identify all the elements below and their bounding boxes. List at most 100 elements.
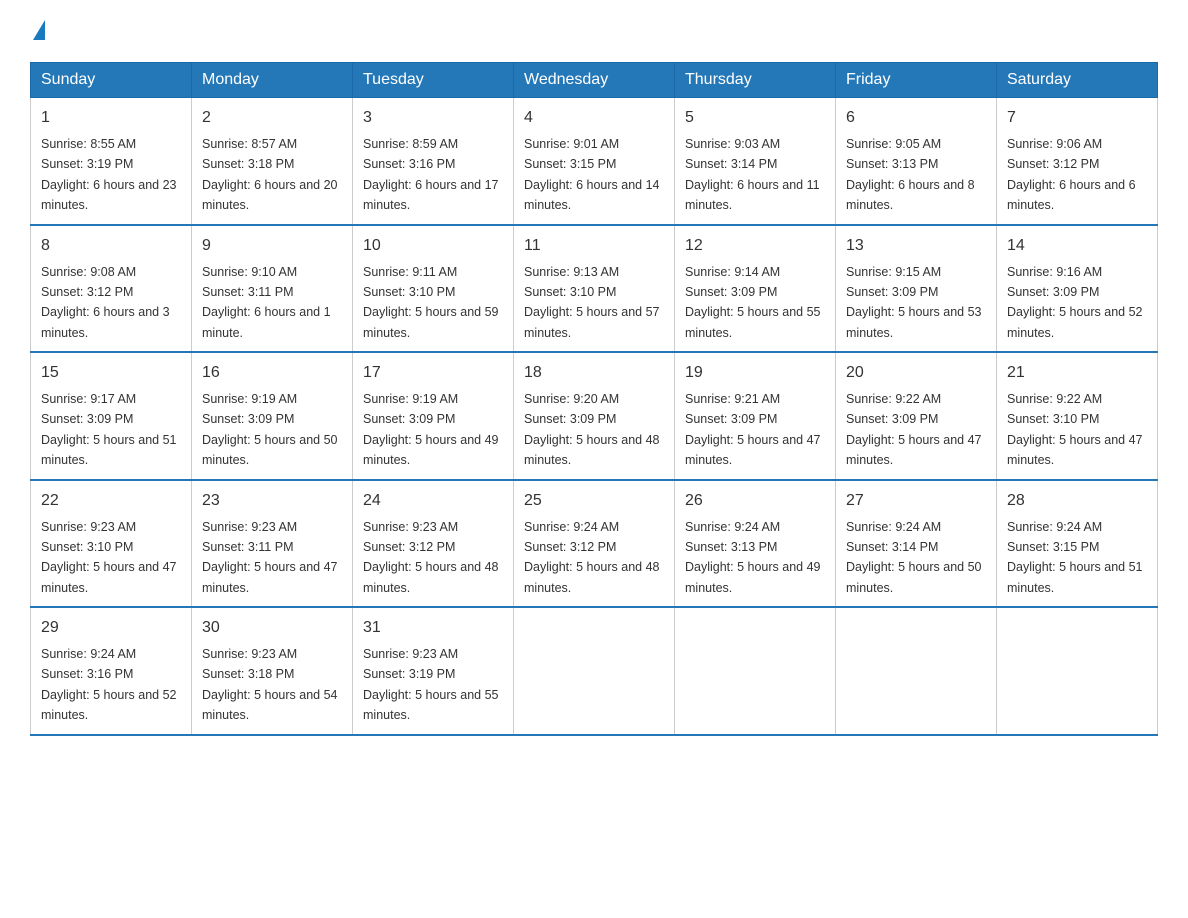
day-info: Sunrise: 9:16 AMSunset: 3:09 PMDaylight:…	[1007, 265, 1143, 340]
page-header	[30, 20, 1158, 42]
header-tuesday: Tuesday	[353, 63, 514, 98]
calendar-cell: 17 Sunrise: 9:19 AMSunset: 3:09 PMDayligh…	[353, 352, 514, 480]
day-number: 2	[202, 106, 342, 130]
calendar-body: 1 Sunrise: 8:55 AMSunset: 3:19 PMDaylight…	[31, 98, 1158, 735]
day-number: 28	[1007, 489, 1147, 513]
day-number: 21	[1007, 361, 1147, 385]
calendar-cell: 28Sunrise: 9:24 AMSunset: 3:15 PMDayligh…	[997, 480, 1158, 608]
day-number: 10	[363, 234, 503, 258]
week-row-1: 1 Sunrise: 8:55 AMSunset: 3:19 PMDaylight…	[31, 98, 1158, 225]
header-saturday: Saturday	[997, 63, 1158, 98]
day-info: Sunrise: 8:59 AMSunset: 3:16 PMDaylight:…	[363, 137, 499, 212]
day-number: 15	[41, 361, 181, 385]
day-info: Sunrise: 9:03 AMSunset: 3:14 PMDaylight:…	[685, 137, 820, 212]
day-number: 29	[41, 616, 181, 640]
day-info: Sunrise: 8:55 AMSunset: 3:19 PMDaylight:…	[41, 137, 177, 212]
calendar-cell	[836, 607, 997, 735]
day-info: Sunrise: 9:23 AMSunset: 3:11 PMDaylight:…	[202, 520, 338, 595]
calendar-cell: 2 Sunrise: 8:57 AMSunset: 3:18 PMDaylight…	[192, 98, 353, 225]
day-info: Sunrise: 9:23 AMSunset: 3:10 PMDaylight:…	[41, 520, 177, 595]
logo	[30, 20, 45, 42]
calendar-cell: 25 Sunrise: 9:24 AMSunset: 3:12 PMDayligh…	[514, 480, 675, 608]
day-number: 3	[363, 106, 503, 130]
calendar-cell: 8 Sunrise: 9:08 AMSunset: 3:12 PMDaylight…	[31, 225, 192, 353]
day-info: Sunrise: 9:24 AMSunset: 3:12 PMDaylight:…	[524, 520, 660, 595]
day-info: Sunrise: 9:23 AMSunset: 3:12 PMDaylight:…	[363, 520, 499, 595]
calendar-cell: 30 Sunrise: 9:23 AMSunset: 3:18 PMDayligh…	[192, 607, 353, 735]
header-sunday: Sunday	[31, 63, 192, 98]
calendar-cell: 16 Sunrise: 9:19 AMSunset: 3:09 PMDayligh…	[192, 352, 353, 480]
day-info: Sunrise: 9:23 AMSunset: 3:18 PMDaylight:…	[202, 647, 338, 722]
day-info: Sunrise: 9:05 AMSunset: 3:13 PMDaylight:…	[846, 137, 975, 212]
day-number: 8	[41, 234, 181, 258]
day-info: Sunrise: 9:14 AMSunset: 3:09 PMDaylight:…	[685, 265, 821, 340]
day-number: 18	[524, 361, 664, 385]
calendar-cell: 9 Sunrise: 9:10 AMSunset: 3:11 PMDaylight…	[192, 225, 353, 353]
header-thursday: Thursday	[675, 63, 836, 98]
day-number: 12	[685, 234, 825, 258]
day-info: Sunrise: 9:06 AMSunset: 3:12 PMDaylight:…	[1007, 137, 1136, 212]
calendar-cell: 10 Sunrise: 9:11 AMSunset: 3:10 PMDayligh…	[353, 225, 514, 353]
day-number: 11	[524, 234, 664, 258]
day-info: Sunrise: 9:24 AMSunset: 3:16 PMDaylight:…	[41, 647, 177, 722]
day-info: Sunrise: 9:24 AMSunset: 3:13 PMDaylight:…	[685, 520, 821, 595]
calendar-cell: 5 Sunrise: 9:03 AMSunset: 3:14 PMDaylight…	[675, 98, 836, 225]
header-wednesday: Wednesday	[514, 63, 675, 98]
day-number: 23	[202, 489, 342, 513]
day-info: Sunrise: 9:19 AMSunset: 3:09 PMDaylight:…	[202, 392, 338, 467]
day-info: Sunrise: 9:19 AMSunset: 3:09 PMDaylight:…	[363, 392, 499, 467]
calendar-cell	[514, 607, 675, 735]
calendar-table: SundayMondayTuesdayWednesdayThursdayFrid…	[30, 62, 1158, 736]
day-number: 16	[202, 361, 342, 385]
calendar-cell: 19Sunrise: 9:21 AMSunset: 3:09 PMDayligh…	[675, 352, 836, 480]
calendar-cell: 24 Sunrise: 9:23 AMSunset: 3:12 PMDayligh…	[353, 480, 514, 608]
day-info: Sunrise: 8:57 AMSunset: 3:18 PMDaylight:…	[202, 137, 338, 212]
calendar-cell: 27 Sunrise: 9:24 AMSunset: 3:14 PMDayligh…	[836, 480, 997, 608]
day-info: Sunrise: 9:24 AMSunset: 3:14 PMDaylight:…	[846, 520, 982, 595]
calendar-cell: 7Sunrise: 9:06 AMSunset: 3:12 PMDaylight…	[997, 98, 1158, 225]
calendar-cell: 29 Sunrise: 9:24 AMSunset: 3:16 PMDayligh…	[31, 607, 192, 735]
calendar-cell	[997, 607, 1158, 735]
day-info: Sunrise: 9:17 AMSunset: 3:09 PMDaylight:…	[41, 392, 177, 467]
calendar-cell: 3 Sunrise: 8:59 AMSunset: 3:16 PMDaylight…	[353, 98, 514, 225]
calendar-cell	[675, 607, 836, 735]
day-info: Sunrise: 9:08 AMSunset: 3:12 PMDaylight:…	[41, 265, 170, 340]
day-info: Sunrise: 9:13 AMSunset: 3:10 PMDaylight:…	[524, 265, 660, 340]
calendar-cell: 21 Sunrise: 9:22 AMSunset: 3:10 PMDayligh…	[997, 352, 1158, 480]
week-row-4: 22Sunrise: 9:23 AMSunset: 3:10 PMDayligh…	[31, 480, 1158, 608]
week-row-2: 8 Sunrise: 9:08 AMSunset: 3:12 PMDaylight…	[31, 225, 1158, 353]
day-number: 24	[363, 489, 503, 513]
day-number: 1	[41, 106, 181, 130]
day-info: Sunrise: 9:23 AMSunset: 3:19 PMDaylight:…	[363, 647, 499, 722]
header-friday: Friday	[836, 63, 997, 98]
day-number: 5	[685, 106, 825, 130]
calendar-cell: 6Sunrise: 9:05 AMSunset: 3:13 PMDaylight…	[836, 98, 997, 225]
calendar-cell: 14 Sunrise: 9:16 AMSunset: 3:09 PMDayligh…	[997, 225, 1158, 353]
day-info: Sunrise: 9:20 AMSunset: 3:09 PMDaylight:…	[524, 392, 660, 467]
calendar-cell: 31 Sunrise: 9:23 AMSunset: 3:19 PMDayligh…	[353, 607, 514, 735]
calendar-cell: 20Sunrise: 9:22 AMSunset: 3:09 PMDayligh…	[836, 352, 997, 480]
day-number: 17	[363, 361, 503, 385]
day-info: Sunrise: 9:01 AMSunset: 3:15 PMDaylight:…	[524, 137, 660, 212]
day-number: 27	[846, 489, 986, 513]
calendar-cell: 12 Sunrise: 9:14 AMSunset: 3:09 PMDayligh…	[675, 225, 836, 353]
day-info: Sunrise: 9:22 AMSunset: 3:09 PMDaylight:…	[846, 392, 982, 467]
calendar-cell: 15 Sunrise: 9:17 AMSunset: 3:09 PMDayligh…	[31, 352, 192, 480]
header-monday: Monday	[192, 63, 353, 98]
header-row: SundayMondayTuesdayWednesdayThursdayFrid…	[31, 63, 1158, 98]
calendar-cell: 23 Sunrise: 9:23 AMSunset: 3:11 PMDayligh…	[192, 480, 353, 608]
day-info: Sunrise: 9:10 AMSunset: 3:11 PMDaylight:…	[202, 265, 331, 340]
day-number: 14	[1007, 234, 1147, 258]
day-number: 31	[363, 616, 503, 640]
day-info: Sunrise: 9:22 AMSunset: 3:10 PMDaylight:…	[1007, 392, 1143, 467]
day-info: Sunrise: 9:15 AMSunset: 3:09 PMDaylight:…	[846, 265, 982, 340]
calendar-cell: 4 Sunrise: 9:01 AMSunset: 3:15 PMDaylight…	[514, 98, 675, 225]
day-number: 30	[202, 616, 342, 640]
day-number: 4	[524, 106, 664, 130]
day-number: 9	[202, 234, 342, 258]
calendar-cell: 22Sunrise: 9:23 AMSunset: 3:10 PMDayligh…	[31, 480, 192, 608]
logo-triangle-icon	[33, 20, 45, 40]
day-info: Sunrise: 9:11 AMSunset: 3:10 PMDaylight:…	[363, 265, 499, 340]
day-number: 25	[524, 489, 664, 513]
day-info: Sunrise: 9:21 AMSunset: 3:09 PMDaylight:…	[685, 392, 821, 467]
